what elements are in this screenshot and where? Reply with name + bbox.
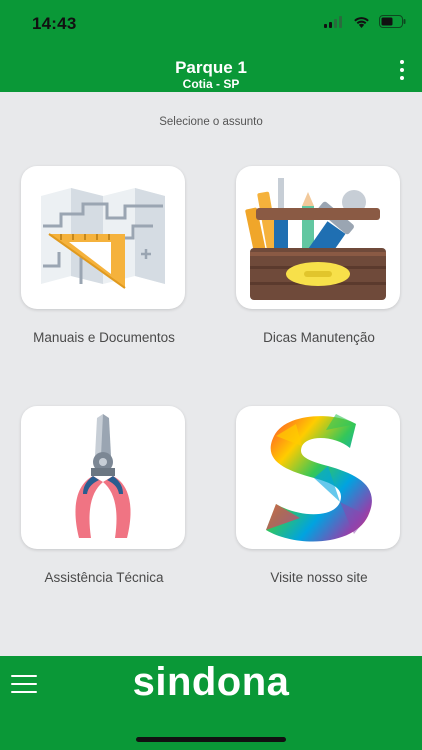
select-subject-prompt: Selecione o assunto [159,116,263,128]
tile-card[interactable] [236,406,400,549]
tile-technical-assistance[interactable]: Assistência Técnica [21,406,187,585]
tile-card[interactable] [21,406,185,549]
more-dot-icon [400,68,404,72]
status-bar: 14:43 [0,0,422,48]
map-ruler-icon [41,188,165,289]
app-header: Parque 1 Cotia - SP [0,48,422,92]
page-title: Parque 1 [175,58,247,77]
status-time: 14:43 [32,14,77,33]
status-icons [324,15,406,28]
pliers-icon [75,414,131,538]
brand-logo[interactable]: sindona [0,660,422,705]
tile-label: Manuais e Documentos [33,330,175,345]
tile-maintenance-tips[interactable]: Dicas Manutenção [236,166,402,345]
tile-card[interactable] [21,166,185,309]
battery-icon [379,15,406,28]
more-dot-icon [400,60,404,64]
wifi-icon [354,16,369,28]
tile-label: Dicas Manutenção [263,330,375,345]
more-options-button[interactable] [390,55,414,85]
page-subtitle: Cotia - SP [182,77,240,91]
home-indicator[interactable] [136,737,286,742]
tile-card[interactable] [236,166,400,309]
toolbox-icon [245,178,386,300]
cellular-signal-icon [324,15,342,28]
tile-label: Assistência Técnica [44,570,164,585]
tile-visit-site[interactable]: Visite nosso site [236,406,402,585]
more-dot-icon [400,76,404,80]
sindona-s-logo-icon [266,414,372,542]
tile-label: Visite nosso site [270,570,368,585]
bottom-bar: sindona [0,656,422,750]
tile-manuals[interactable]: Manuais e Documentos [21,166,187,345]
